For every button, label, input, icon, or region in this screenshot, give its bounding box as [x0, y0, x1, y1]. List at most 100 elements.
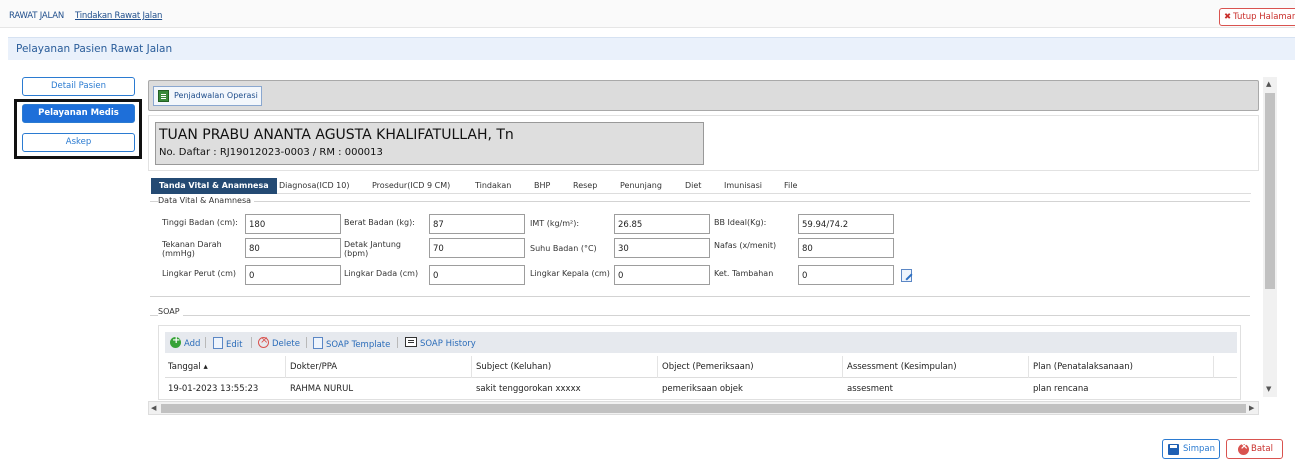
soap-toolbar: Add Edit Delete SOAP Template SOAP Histo…	[165, 332, 1237, 353]
suhu-badan-label: Suhu Badan (°C)	[530, 244, 597, 253]
suhu-badan-input[interactable]: 30	[614, 238, 710, 258]
column-divider	[842, 356, 843, 378]
column-header-object[interactable]: Object (Pemeriksaan)	[662, 362, 754, 372]
imt-input[interactable]: 26.85	[614, 214, 710, 234]
table-row[interactable]: 19-01-2023 13:55:23 RAHMA NURUL sakit te…	[165, 379, 1237, 399]
lingkar-perut-label: Lingkar Perut (cm)	[162, 269, 236, 278]
lingkar-perut-input[interactable]: 0	[245, 265, 341, 285]
edit-icon	[213, 337, 223, 349]
tab-file[interactable]: File	[784, 178, 797, 194]
edit-note-icon[interactable]	[901, 269, 912, 282]
cell-assessment: assesment	[847, 384, 893, 394]
medical-tabs: Tanda Vital & Anamnesa Diagnosa(ICD 10) …	[151, 178, 1251, 194]
tab-tanda-vital[interactable]: Tanda Vital & Anamnesa	[151, 178, 277, 194]
lingkar-kepala-label: Lingkar Kepala (cm)	[530, 269, 610, 278]
tekanan-darah-label: Tekanan Darah (mmHg)	[162, 240, 222, 258]
tab-prosedur[interactable]: Prosedur(ICD 9 CM)	[372, 178, 450, 194]
bb-ideal-input[interactable]: 59.94/74.2	[798, 214, 894, 234]
cell-tanggal: 19-01-2023 13:55:23	[168, 384, 259, 394]
detak-jantung-input[interactable]: 70	[429, 238, 525, 258]
selection-highlight	[14, 99, 142, 159]
detak-jantung-label: Detak Jantung (bpm)	[344, 240, 401, 258]
soap-add-button[interactable]: Add	[170, 335, 200, 349]
column-divider	[657, 356, 658, 378]
vertical-scroll-thumb[interactable]	[1265, 93, 1275, 289]
tinggi-badan-input[interactable]: 180	[245, 214, 341, 234]
lingkar-dada-input[interactable]: 0	[429, 265, 525, 285]
berat-badan-label: Berat Badan (kg):	[344, 218, 415, 227]
bb-ideal-label: BB Ideal(Kg):	[714, 218, 767, 227]
tab-tindakan[interactable]: Tindakan	[475, 178, 511, 194]
patient-name: TUAN PRABU ANANTA AGUSTA KHALIFATULLAH, …	[159, 127, 514, 143]
penjadwalan-operasi-button[interactable]: Penjadwalan Operasi	[153, 86, 262, 106]
nafas-input[interactable]: 80	[798, 238, 894, 258]
close-page-button[interactable]: ✖ Tutup Halaman	[1219, 8, 1295, 26]
add-icon	[170, 335, 181, 348]
soap-edit-button[interactable]: Edit	[213, 337, 242, 350]
soap-history-button[interactable]: SOAP History	[405, 337, 476, 349]
column-divider	[1028, 356, 1029, 378]
scroll-up-icon[interactable]: ▲	[1266, 80, 1271, 88]
tekanan-darah-input[interactable]: 80	[245, 238, 341, 258]
tab-diet[interactable]: Diet	[685, 178, 701, 194]
tab-diagnosa[interactable]: Diagnosa(ICD 10)	[279, 178, 349, 194]
template-icon	[313, 337, 323, 349]
horizontal-scrollbar[interactable]: ◀ ▶	[148, 401, 1259, 415]
patient-info-box: TUAN PRABU ANANTA AGUSTA KHALIFATULLAH, …	[155, 122, 704, 165]
action-toolbar: Penjadwalan Operasi	[148, 80, 1259, 111]
toolbar-divider	[205, 337, 206, 348]
berat-badan-input[interactable]: 87	[429, 214, 525, 234]
spreadsheet-icon	[158, 90, 169, 102]
column-header-assessment[interactable]: Assessment (Kesimpulan)	[847, 362, 957, 372]
soap-template-button[interactable]: SOAP Template	[313, 337, 390, 350]
soap-table-header: Tanggal ▴ Dokter/PPA Subject (Keluhan) O…	[165, 356, 1237, 378]
cancel-icon	[1238, 441, 1249, 455]
floppy-disk-icon	[1168, 444, 1179, 455]
breadcrumb-current-link[interactable]: Tindakan Rawat Jalan	[75, 11, 162, 21]
patient-registration: No. Daftar : RJ19012023-0003 / RM : 0000…	[159, 147, 383, 158]
toolbar-divider	[306, 337, 307, 348]
tab-resep[interactable]: Resep	[573, 178, 597, 194]
lingkar-dada-label: Lingkar Dada (cm)	[344, 269, 419, 278]
toolbar-divider	[251, 337, 252, 348]
cell-subject: sakit tenggorokan xxxxx	[476, 384, 581, 394]
column-header-subject[interactable]: Subject (Keluhan)	[476, 362, 551, 372]
soap-delete-button[interactable]: Delete	[258, 335, 300, 349]
delete-icon	[258, 335, 269, 348]
cancel-button[interactable]: Batal	[1226, 439, 1283, 459]
tab-imunisasi[interactable]: Imunisasi	[724, 178, 762, 194]
vitals-legend: Data Vital & Anamnesa	[158, 196, 255, 205]
tinggi-badan-label: Tinggi Badan (cm):	[162, 218, 238, 227]
panel-title: Pelayanan Pasien Rawat Jalan	[16, 43, 173, 55]
save-button[interactable]: Simpan	[1162, 439, 1220, 459]
horizontal-scroll-thumb[interactable]	[161, 404, 1246, 413]
ket-tambahan-label: Ket. Tambahan	[714, 269, 774, 278]
column-divider	[1213, 356, 1214, 378]
panel-header: Pelayanan Pasien Rawat Jalan	[8, 37, 1295, 60]
toolbar-divider	[397, 337, 398, 348]
breadcrumb-root: RAWAT JALAN	[9, 11, 64, 21]
column-header-plan[interactable]: Plan (Penatalaksanaan)	[1033, 362, 1133, 372]
soap-legend: SOAP	[158, 307, 183, 316]
column-divider	[285, 356, 286, 378]
breadcrumb: RAWAT JALAN Tindakan Rawat Jalan ✖ Tutup …	[0, 0, 1295, 28]
tab-penunjang[interactable]: Penunjang	[620, 178, 662, 194]
vertical-scrollbar[interactable]: ▲ ▼	[1263, 77, 1277, 397]
scroll-left-icon[interactable]: ◀	[151, 404, 156, 412]
scroll-down-icon[interactable]: ▼	[1266, 385, 1271, 393]
scroll-right-icon[interactable]: ▶	[1249, 404, 1254, 412]
lingkar-kepala-input[interactable]: 0	[614, 265, 710, 285]
detail-pasien-button[interactable]: Detail Pasien	[22, 77, 135, 96]
soap-fieldset	[150, 315, 1250, 316]
column-header-dokter[interactable]: Dokter/PPA	[290, 362, 337, 372]
column-divider	[471, 356, 472, 378]
nafas-label: Nafas (x/menit)	[714, 241, 777, 250]
imt-label: IMT (kg/m²):	[530, 219, 580, 228]
column-header-tanggal[interactable]: Tanggal ▴	[168, 362, 208, 372]
ket-tambahan-input[interactable]: 0	[798, 265, 894, 285]
cell-object: pemeriksaan objek	[662, 384, 743, 394]
cell-plan: plan rencana	[1033, 384, 1089, 394]
close-icon: ✖	[1224, 12, 1232, 22]
history-icon	[405, 337, 417, 347]
tab-bhp[interactable]: BHP	[534, 178, 550, 194]
